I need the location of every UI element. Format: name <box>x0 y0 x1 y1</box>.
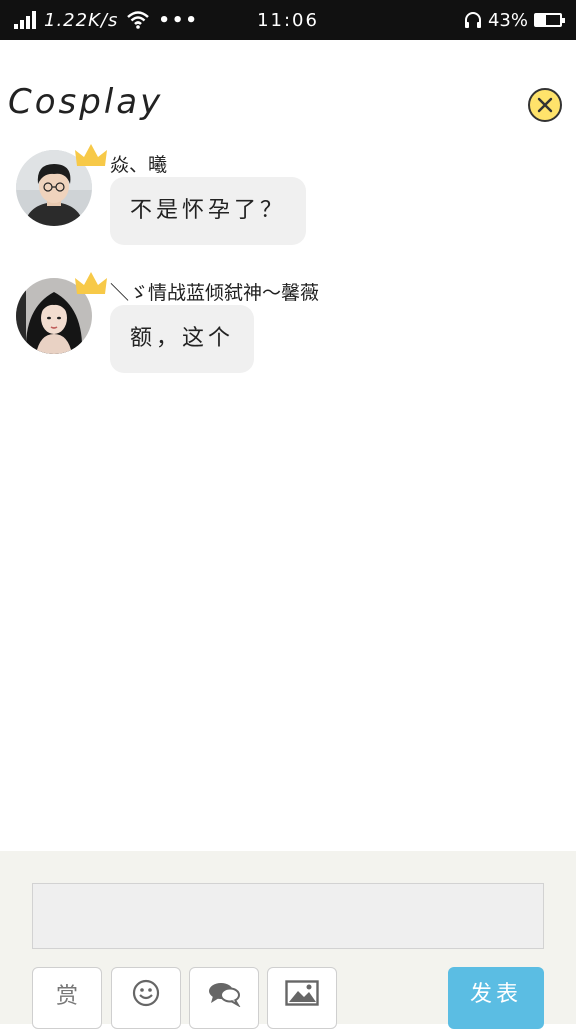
message-bubble: 额，这个 <box>110 305 255 373</box>
close-icon <box>537 97 553 113</box>
emoji-icon <box>132 979 160 1007</box>
crown-icon <box>75 272 107 294</box>
battery-icon <box>534 13 565 27</box>
signal-icon <box>14 11 36 29</box>
crown-icon <box>75 144 107 166</box>
image-icon <box>285 980 319 1006</box>
network-speed: 1.22K/s <box>44 9 119 31</box>
reward-button[interactable]: 赏 <box>32 967 102 1029</box>
battery-level <box>536 15 547 25</box>
more-notifications: ••• <box>158 9 199 31</box>
status-bar: 1.22K/s ••• 11:06 43% <box>0 0 576 40</box>
sender-name[interactable]: ＼ゞ情战蓝倾弑神～馨薇 <box>110 278 319 305</box>
sender-name[interactable]: 焱、曦 <box>110 150 167 177</box>
comment-input[interactable] <box>32 883 544 949</box>
image-button[interactable] <box>267 967 337 1029</box>
send-button[interactable]: 发表 <box>448 967 544 1029</box>
chat-icon <box>209 983 241 1007</box>
page-title: Cosplay <box>8 82 164 122</box>
reward-label: 赏 <box>55 984 78 1009</box>
emoji-button[interactable] <box>111 967 181 1029</box>
wifi-icon <box>127 11 150 29</box>
close-button[interactable] <box>528 88 562 122</box>
battery-percent: 43% <box>487 9 528 31</box>
composer: 赏 发表 <box>0 851 576 1029</box>
chat-button[interactable] <box>189 967 259 1029</box>
headphone-icon <box>464 12 481 28</box>
message-bubble: 不是怀孕了？ <box>110 177 307 245</box>
